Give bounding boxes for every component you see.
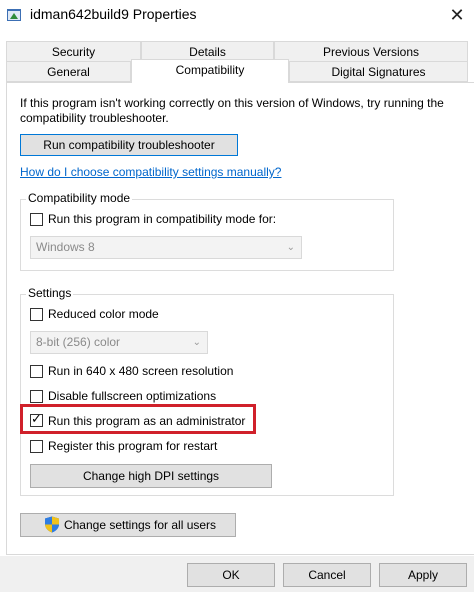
resolution-640-checkbox[interactable] xyxy=(30,365,43,378)
color-mode-select[interactable]: 8-bit (256) color ⌄ xyxy=(30,331,208,354)
tab-digital-signatures[interactable]: Digital Signatures xyxy=(289,61,468,82)
compat-mode-checkbox-label: Run this program in compatibility mode f… xyxy=(48,212,277,226)
admin-option-highlight xyxy=(20,404,256,434)
close-button[interactable]: ✕ xyxy=(440,1,474,29)
help-link[interactable]: How do I choose compatibility settings m… xyxy=(20,165,281,179)
compatibility-mode-label: Compatibility mode xyxy=(26,191,133,205)
apply-button[interactable]: Apply xyxy=(379,563,467,587)
windows-version-select[interactable]: Windows 8 ⌄ xyxy=(30,236,302,259)
reduced-color-label: Reduced color mode xyxy=(48,307,159,321)
chevron-down-icon: ⌄ xyxy=(192,337,201,348)
window-title: idman642build9 Properties xyxy=(30,6,197,22)
tab-general[interactable]: General xyxy=(6,61,131,82)
run-troubleshooter-button[interactable]: Run compatibility troubleshooter xyxy=(20,134,238,156)
color-mode-value: 8-bit (256) color xyxy=(36,335,121,349)
disable-fullscreen-checkbox[interactable] xyxy=(30,390,43,403)
change-dpi-button[interactable]: Change high DPI settings xyxy=(30,464,272,488)
tab-security[interactable]: Security xyxy=(6,41,141,62)
intro-text: If this program isn't working correctly … xyxy=(20,96,444,125)
disable-fullscreen-label: Disable fullscreen optimizations xyxy=(48,389,217,403)
title-bar: idman642build9 Properties ✕ xyxy=(0,0,474,32)
uac-shield-icon xyxy=(45,516,59,533)
windows-version-value: Windows 8 xyxy=(36,240,95,254)
register-restart-checkbox[interactable] xyxy=(30,440,43,453)
compatibility-mode-group xyxy=(20,199,394,271)
ok-button[interactable]: OK xyxy=(187,563,275,587)
cancel-button[interactable]: Cancel xyxy=(283,563,371,587)
compat-mode-checkbox[interactable] xyxy=(30,213,43,226)
resolution-640-label: Run in 640 x 480 screen resolution xyxy=(48,364,234,378)
tab-previous-versions[interactable]: Previous Versions xyxy=(274,41,468,62)
reduced-color-checkbox[interactable] xyxy=(30,308,43,321)
tab-compatibility[interactable]: Compatibility xyxy=(131,59,289,83)
settings-label: Settings xyxy=(26,286,74,300)
chevron-down-icon: ⌄ xyxy=(286,242,295,253)
app-window-icon xyxy=(7,9,21,21)
register-restart-label: Register this program for restart xyxy=(48,439,218,453)
